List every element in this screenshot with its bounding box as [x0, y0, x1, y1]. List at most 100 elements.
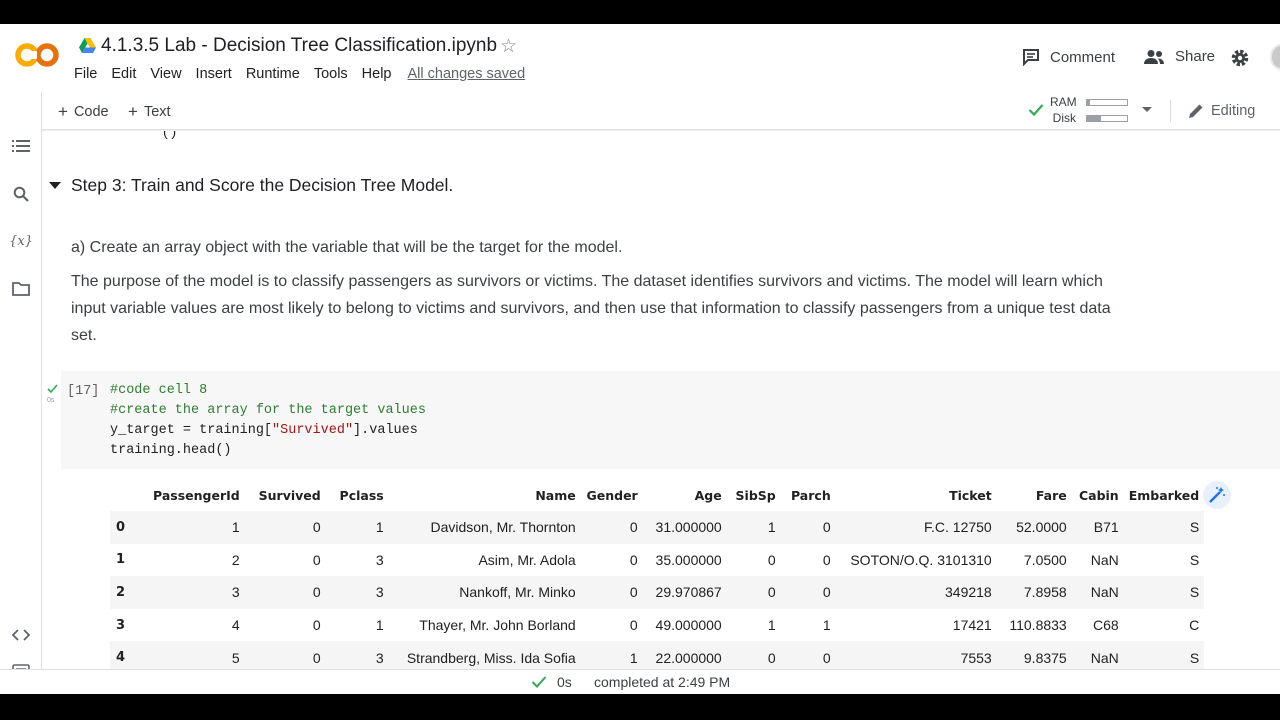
code-string: "Survived" [272, 423, 354, 438]
menu-tools[interactable]: Tools [314, 66, 348, 82]
column-header: SibSp [735, 488, 776, 503]
table-cell: NaN [1090, 584, 1119, 601]
code-line: y_target = training[ [110, 423, 273, 438]
colab-logo[interactable] [14, 40, 60, 70]
menu-help[interactable]: Help [362, 66, 392, 82]
table-cell: 3 [375, 551, 384, 568]
magic-wand-icon[interactable] [1203, 481, 1231, 509]
table-cell: 0 [767, 584, 776, 601]
menu-edit[interactable]: Edit [111, 66, 136, 82]
menu-view[interactable]: View [150, 66, 181, 82]
table-cell: 31.000000 [655, 519, 722, 536]
menu-insert[interactable]: Insert [196, 66, 232, 82]
code-editor[interactable]: #code cell 8 #create the array for the t… [110, 381, 426, 461]
check-icon [47, 384, 58, 394]
column-header: Survived [258, 488, 321, 503]
toolbar-divider [1170, 100, 1171, 122]
execution-count[interactable]: [17] [67, 384, 99, 399]
section-heading: Step 3: Train and Score the Decision Tre… [71, 175, 454, 195]
previous-cell-text: ( ) [163, 131, 177, 139]
table-cell: 0 [767, 551, 776, 568]
resources-indicator[interactable]: RAM Disk [1028, 95, 1152, 126]
gear-icon[interactable] [1230, 48, 1250, 68]
comment-button[interactable]: Comment [1022, 48, 1115, 66]
header: 4.1.3.5 Lab - Decision Tree Classificati… [0, 24, 1280, 92]
table-cell: 17421 [952, 617, 992, 634]
table-cell: Asim, Mr. Adola [478, 551, 576, 568]
dataframe-table: PassengerId Survived Pclass Name Gender … [110, 480, 1205, 674]
chevron-down-icon[interactable] [1142, 107, 1152, 112]
step-a-text: a) Create an array object with the varia… [71, 239, 623, 256]
table-header-row: PassengerId Survived Pclass Name Gender … [110, 480, 1204, 511]
column-header: Pclass [339, 488, 384, 503]
code-line: #code cell 8 [110, 383, 208, 398]
table-cell: 3 [231, 584, 240, 601]
menu-bar: File Edit View Insert Runtime Tools Help… [74, 66, 539, 82]
table-cell: 2 [231, 551, 240, 568]
folder-icon[interactable] [11, 279, 31, 299]
disk-label: Disk [1052, 111, 1076, 125]
table-row: 3 4 0 1 Thayer, Mr. John Borland 0 49.000000 1 1… [110, 609, 1204, 642]
table-cell: S [1189, 584, 1200, 601]
row-index: 2 [116, 584, 126, 600]
notebook-title[interactable]: 4.1.3.5 Lab - Decision Tree Classificati… [101, 35, 497, 57]
table-cell: 0 [822, 519, 831, 536]
variables-icon[interactable]: {𝑥} [9, 231, 33, 251]
table-cell: 4 [231, 617, 240, 634]
comment-icon [1023, 49, 1039, 66]
table-cell: C68 [1093, 617, 1119, 634]
collapse-section-icon[interactable] [49, 182, 61, 189]
column-header: Fare [1035, 488, 1067, 503]
check-icon [531, 676, 547, 688]
table-cell: 0 [312, 519, 321, 536]
row-index: 3 [116, 617, 126, 633]
cell-exec-time: 0s [47, 397, 55, 404]
column-header: Cabin [1078, 488, 1119, 503]
table-cell: Thayer, Mr. John Borland [419, 617, 576, 634]
menu-runtime[interactable]: Runtime [246, 66, 300, 82]
column-header: Ticket [949, 488, 992, 503]
comment-label: Comment [1050, 48, 1116, 66]
column-header: Embarked [1128, 488, 1200, 503]
save-status[interactable]: All changes saved [408, 66, 526, 82]
table-cell: 0 [312, 551, 321, 568]
status-bar[interactable]: 0s completed at 2:49 PM [0, 669, 1280, 694]
editing-mode-button[interactable]: Editing [1187, 102, 1255, 120]
notebook-content: ( ) Step 3: Train and Score the Decision… [43, 131, 1280, 694]
search-icon[interactable] [11, 184, 31, 204]
table-cell: 52.0000 [1016, 519, 1067, 536]
plus-icon: + [128, 102, 138, 121]
table-cell: 0 [312, 584, 321, 601]
code-snippets-icon[interactable] [11, 625, 31, 645]
share-button[interactable]: Share [1143, 48, 1215, 65]
sidebar: {𝑥} [0, 92, 42, 694]
avatar[interactable] [1270, 44, 1280, 70]
execution-duration: 0s [557, 674, 572, 690]
table-cell: 3 [375, 584, 384, 601]
ram-bar-fill [1087, 100, 1091, 105]
table-cell: 1 [767, 617, 776, 634]
table-cell: Davidson, Mr. Thornton [430, 519, 576, 536]
table-cell: 1 [767, 519, 776, 536]
table-cell: 0 [629, 519, 638, 536]
table-cell: 0 [629, 584, 638, 601]
table-cell: 0 [629, 551, 638, 568]
table-cell: SOTON/O.Q. 3101310 [850, 551, 992, 568]
menu-file[interactable]: File [74, 66, 97, 82]
check-icon [1028, 104, 1044, 117]
add-code-label: Code [73, 104, 109, 120]
share-label: Share [1175, 48, 1216, 65]
table-cell: 35.000000 [655, 551, 722, 568]
drive-icon[interactable] [79, 38, 96, 53]
add-code-button[interactable]: + Code [58, 102, 109, 122]
table-row: 2 3 0 3 Nankoff, Mr. Minko 0 29.970867 0 0 349218… [110, 576, 1205, 609]
column-header: PassengerId [153, 488, 240, 503]
code-line: #create the array for the target values [110, 403, 426, 418]
column-header: Name [535, 488, 576, 503]
add-text-button[interactable]: + Text [128, 102, 171, 122]
colab-window: 4.1.3.5 Lab - Decision Tree Classificati… [0, 24, 1280, 694]
star-icon[interactable]: ☆ [500, 35, 517, 58]
toc-icon[interactable] [11, 136, 31, 156]
table-cell: 1 [822, 617, 831, 634]
table-cell: NaN [1090, 551, 1119, 568]
